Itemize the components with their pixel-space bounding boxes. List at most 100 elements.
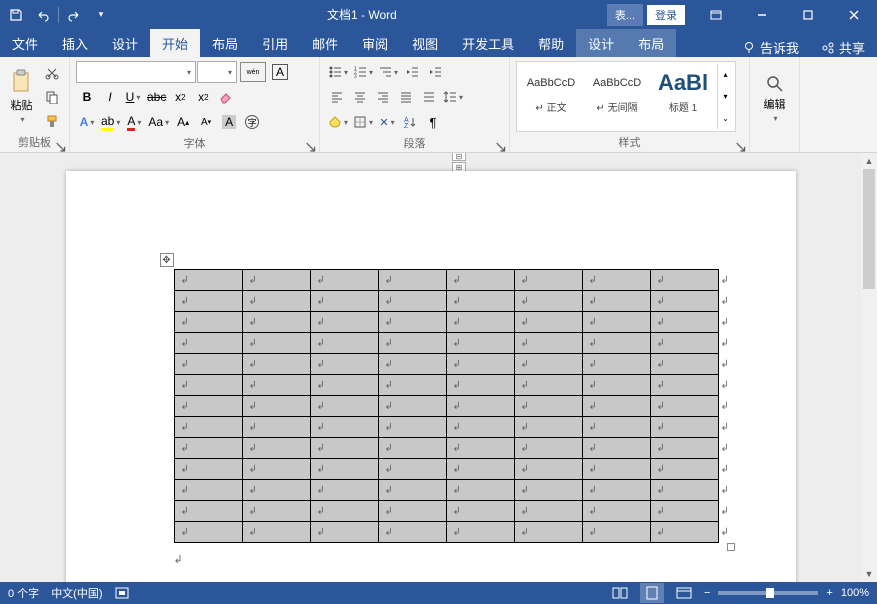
table-cell[interactable]: ↲ — [514, 396, 582, 417]
table-cell[interactable]: ↲ — [310, 333, 378, 354]
table-cell[interactable]: ↲ — [174, 522, 242, 543]
table-row[interactable]: ↲↲↲↲↲↲↲↲↲ — [174, 333, 734, 354]
table-cell[interactable]: ↲ — [582, 438, 650, 459]
table-cell[interactable]: ↲ — [174, 333, 242, 354]
table-cell[interactable]: ↲ — [310, 417, 378, 438]
table-cell[interactable]: ↲ — [242, 438, 310, 459]
align-right-button[interactable] — [372, 86, 394, 108]
table-cell[interactable]: ↲ — [378, 417, 446, 438]
tab-review[interactable]: 审阅 — [350, 29, 400, 57]
font-name-input[interactable]: ▾ — [76, 61, 196, 83]
styles-launcher[interactable]: ↘ — [734, 137, 746, 149]
table-row[interactable]: ↲↲↲↲↲↲↲↲↲ — [174, 354, 734, 375]
table-cell[interactable]: ↲ — [242, 480, 310, 501]
table-cell[interactable]: ↲ — [242, 333, 310, 354]
table-cell[interactable]: ↲ — [310, 312, 378, 333]
bold-button[interactable]: B — [76, 86, 98, 108]
copy-button[interactable] — [41, 86, 63, 108]
scroll-down-button[interactable]: ▼ — [861, 566, 877, 582]
language-status[interactable]: 中文(中国) — [51, 585, 102, 601]
table-cell[interactable]: ↲ — [310, 480, 378, 501]
zoom-slider[interactable] — [718, 591, 818, 595]
table-cell[interactable]: ↲ — [242, 417, 310, 438]
table-row[interactable]: ↲↲↲↲↲↲↲↲↲ — [174, 459, 734, 480]
table-cell[interactable]: ↲ — [514, 480, 582, 501]
table-cell[interactable]: ↲ — [446, 312, 514, 333]
table-row[interactable]: ↲↲↲↲↲↲↲↲↲ — [174, 480, 734, 501]
table-cell[interactable]: ↲ — [446, 291, 514, 312]
table-row[interactable]: ↲↲↲↲↲↲↲↲↲ — [174, 375, 734, 396]
style-heading-1[interactable]: AaBl 标题 1 — [651, 64, 715, 122]
table-cell[interactable]: ↲ — [174, 354, 242, 375]
table-cell[interactable]: ↲ — [582, 522, 650, 543]
table-row[interactable]: ↲↲↲↲↲↲↲↲↲ — [174, 312, 734, 333]
table-cell[interactable]: ↲ — [378, 291, 446, 312]
table-cell[interactable]: ↲ — [446, 501, 514, 522]
clear-format-button[interactable] — [215, 86, 237, 108]
text-effects-button[interactable]: A▾ — [76, 111, 98, 133]
table-cell[interactable]: ↲ — [378, 375, 446, 396]
clipboard-launcher[interactable]: ↘ — [54, 137, 66, 149]
table-cell[interactable]: ↲ — [446, 480, 514, 501]
enclose-char-button[interactable]: 字 — [241, 111, 263, 133]
table-cell[interactable]: ↲ — [310, 354, 378, 375]
table-cell[interactable]: ↲ — [310, 501, 378, 522]
tab-insert[interactable]: 插入 — [50, 29, 100, 57]
table-cell[interactable]: ↲ — [174, 291, 242, 312]
phonetic-guide-button[interactable]: wén — [238, 61, 268, 83]
table-cell[interactable]: ↲ — [446, 270, 514, 291]
table-cell[interactable]: ↲ — [310, 396, 378, 417]
grow-font-button[interactable]: A▴ — [172, 111, 194, 133]
table-row[interactable]: ↲↲↲↲↲↲↲↲↲ — [174, 270, 734, 291]
word-count[interactable]: 0 个字 — [8, 585, 39, 601]
table-row[interactable]: ↲↲↲↲↲↲↲↲↲ — [174, 501, 734, 522]
table-cell[interactable]: ↲ — [310, 291, 378, 312]
table-cell[interactable]: ↲ — [242, 270, 310, 291]
table-cell[interactable]: ↲ — [514, 375, 582, 396]
table-cell[interactable]: ↲ — [174, 480, 242, 501]
style-no-spacing[interactable]: AaBbCcD ↵ 无间隔 — [585, 64, 649, 122]
table-cell[interactable]: ↲ — [378, 501, 446, 522]
table-cell[interactable]: ↲ — [582, 480, 650, 501]
tab-file[interactable]: 文件 — [0, 29, 50, 57]
table-cell[interactable]: ↲ — [242, 375, 310, 396]
tab-mailings[interactable]: 邮件 — [300, 29, 350, 57]
table-cell[interactable]: ↲ — [582, 459, 650, 480]
table-row[interactable]: ↲↲↲↲↲↲↲↲↲ — [174, 522, 734, 543]
table-cell[interactable]: ↲ — [310, 438, 378, 459]
table-cell[interactable]: ↲ — [514, 270, 582, 291]
table-row[interactable]: ↲↲↲↲↲↲↲↲↲ — [174, 291, 734, 312]
qat-customize-button[interactable]: ▾ — [89, 3, 113, 27]
table-cell[interactable]: ↲ — [446, 354, 514, 375]
table-cell[interactable]: ↲ — [378, 270, 446, 291]
document-table[interactable]: ↲↲↲↲↲↲↲↲↲↲↲↲↲↲↲↲↲↲↲↲↲↲↲↲↲↲↲↲↲↲↲↲↲↲↲↲↲↲↲↲… — [174, 269, 735, 543]
table-cell[interactable]: ↲ — [174, 417, 242, 438]
table-cell[interactable]: ↲ — [514, 291, 582, 312]
table-cell[interactable]: ↲ — [582, 354, 650, 375]
tab-references[interactable]: 引用 — [250, 29, 300, 57]
numbering-button[interactable]: 123▾ — [351, 61, 375, 83]
table-cell[interactable]: ↲ — [446, 522, 514, 543]
close-button[interactable] — [831, 0, 877, 29]
table-cell[interactable]: ↲ — [378, 522, 446, 543]
table-cell[interactable]: ↲ — [582, 270, 650, 291]
styles-gallery-expand[interactable]: ▴▾⌄ — [717, 64, 733, 129]
save-button[interactable] — [4, 3, 28, 27]
borders-button[interactable]: ▾ — [351, 111, 375, 133]
document-page[interactable]: ✥ ↲↲↲↲↲↲↲↲↲↲↲↲↲↲↲↲↲↲↲↲↲↲↲↲↲↲↲↲↲↲↲↲↲↲↲↲↲↲… — [66, 171, 796, 582]
table-cell[interactable]: ↲ — [378, 480, 446, 501]
character-border-button[interactable]: A — [269, 61, 291, 83]
table-cell[interactable]: ↲ — [650, 459, 718, 480]
table-cell[interactable]: ↲ — [446, 396, 514, 417]
align-left-button[interactable] — [326, 86, 348, 108]
table-cell[interactable]: ↲ — [310, 459, 378, 480]
zoom-slider-thumb[interactable] — [766, 588, 774, 598]
font-color-button[interactable]: A▾ — [123, 111, 145, 133]
paste-button[interactable]: 粘贴 ▾ — [6, 61, 37, 132]
table-cell[interactable]: ↲ — [378, 396, 446, 417]
table-cell[interactable]: ↲ — [514, 438, 582, 459]
table-cell[interactable]: ↲ — [650, 480, 718, 501]
table-cell[interactable]: ↲ — [650, 501, 718, 522]
table-cell[interactable]: ↲ — [514, 417, 582, 438]
table-row[interactable]: ↲↲↲↲↲↲↲↲↲ — [174, 396, 734, 417]
